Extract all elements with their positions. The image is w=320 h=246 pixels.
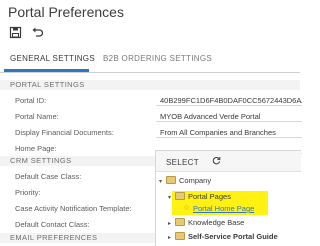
tab-general-settings[interactable]: GENERAL SETTINGS (10, 54, 95, 63)
tab-b2b-ordering-settings[interactable]: B2B ORDERING SETTINGS (103, 54, 212, 63)
priority-label: Priority: (15, 188, 41, 197)
tree-item-portal-home-page[interactable]: Portal Home Page (193, 204, 254, 213)
page-title: Portal Preferences (8, 4, 124, 20)
expand-icon[interactable]: ▸ (168, 220, 174, 229)
home-page-label: Home Page: (15, 144, 57, 153)
portal-id-label: Portal ID: (15, 96, 47, 105)
collapse-icon[interactable]: ▾ (168, 194, 174, 203)
portal-name-label: Portal Name: (15, 112, 59, 121)
section-portal-settings: PORTAL SETTINGS (0, 80, 300, 90)
tree-label-company: Company (179, 176, 212, 185)
folder-icon (175, 192, 185, 200)
folder-icon (166, 176, 176, 184)
default-contact-class-label: Default Contact Class: (15, 220, 90, 229)
portal-name-field[interactable]: MYOB Advanced Verde Portal (156, 111, 302, 122)
display-financial-documents-label: Display Financial Documents: (15, 128, 114, 137)
expand-icon[interactable]: ▸ (168, 234, 174, 243)
folder-icon (175, 218, 185, 226)
star-icon: ☆ (183, 203, 191, 212)
portal-id-field[interactable]: 40B299FC1D6F4B0DAF0CC5672443D6AA (156, 95, 302, 106)
select-button[interactable]: SELECT (166, 158, 199, 167)
tree-label-portal-pages: Portal Pages (188, 192, 231, 201)
popup-toolbar: SELECT (156, 151, 301, 172)
display-financial-documents-select[interactable]: From All Companies and Branches (156, 127, 302, 138)
tree-item-knowledge-base[interactable]: ▸ Knowledge Base (168, 218, 244, 229)
undo-icon[interactable] (31, 26, 44, 39)
collapse-icon[interactable]: ▾ (159, 178, 165, 187)
default-case-class-label: Default Case Class: (15, 172, 82, 181)
tree-item-self-service-guide[interactable]: ▸ Self-Service Portal Guide (168, 232, 278, 243)
folder-icon (175, 232, 185, 240)
case-activity-template-label: Case Activity Notification Template: (15, 204, 132, 213)
active-tab-indicator (4, 69, 89, 72)
tree-item-company[interactable]: ▾ Company (159, 176, 211, 187)
tree-label-knowledge-base: Knowledge Base (188, 218, 245, 227)
refresh-icon[interactable] (212, 156, 221, 165)
tree-label-self-service-guide: Self-Service Portal Guide (188, 232, 278, 241)
tree-item-portal-pages[interactable]: ▾ Portal Pages (168, 192, 231, 203)
save-icon[interactable] (9, 26, 22, 39)
tab-bar: GENERAL SETTINGS B2B ORDERING SETTINGS (0, 45, 300, 73)
